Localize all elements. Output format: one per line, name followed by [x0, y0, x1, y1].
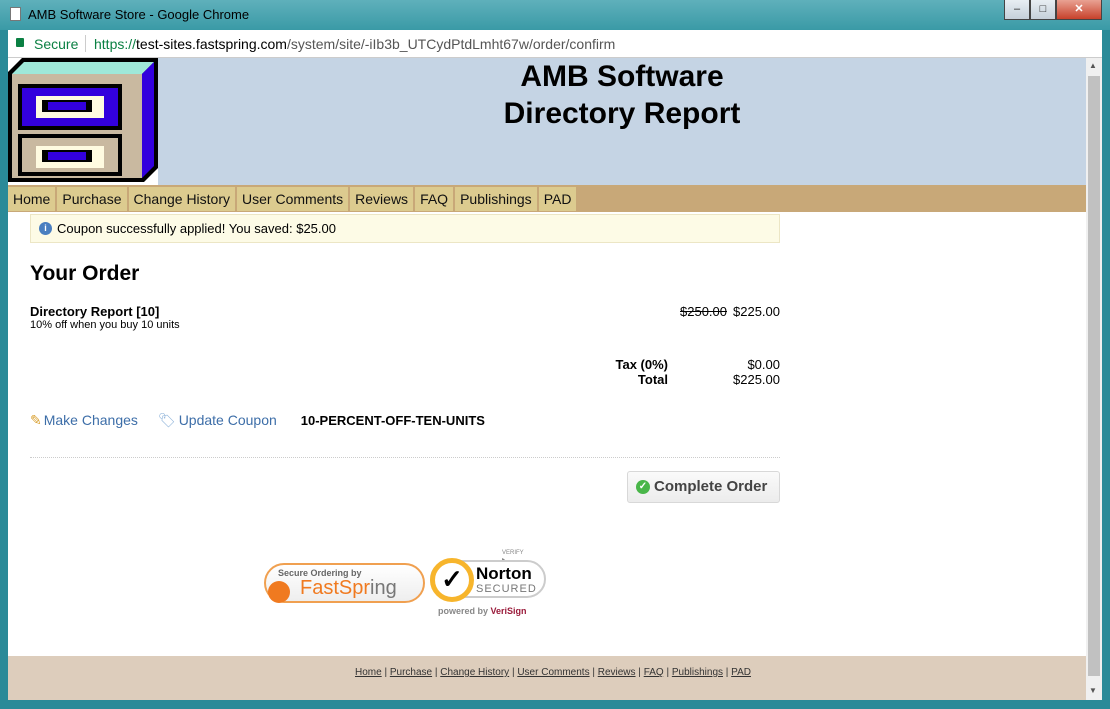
pencil-icon: ✎	[30, 412, 42, 428]
discounted-price: $225.00	[733, 304, 780, 319]
nav-user-comments[interactable]: User Comments	[237, 187, 351, 211]
vertical-scrollbar[interactable]: ▲ ▼	[1086, 58, 1102, 700]
footer-user-comments[interactable]: User Comments	[517, 667, 589, 678]
scroll-down-icon[interactable]: ▼	[1089, 686, 1097, 695]
footer-nav: Home | Purchase | Change History | User …	[8, 656, 1086, 700]
check-icon: ✓	[636, 480, 650, 494]
divider	[30, 457, 780, 458]
complete-order-button[interactable]: ✓ Complete Order	[627, 471, 780, 503]
site-title-line2: Directory Report	[503, 97, 741, 130]
site-title-line1: AMB Software	[520, 60, 724, 93]
site-header: AMB Software Directory Report	[8, 58, 1086, 185]
nav-publishings[interactable]: Publishings	[455, 187, 539, 211]
close-button[interactable]: ✕	[1056, 0, 1102, 20]
total-label: Total	[637, 372, 668, 387]
footer-publishings[interactable]: Publishings	[672, 667, 723, 678]
window-title: AMB Software Store - Google Chrome	[28, 7, 250, 22]
window-titlebar: AMB Software Store - Google Chrome – □ ✕	[0, 0, 1110, 30]
lock-icon	[16, 38, 24, 47]
nav-reviews[interactable]: Reviews	[350, 187, 416, 211]
page-icon	[10, 7, 21, 21]
nav-change-history[interactable]: Change History	[128, 187, 238, 211]
tag-icon: 🏷	[157, 412, 176, 428]
footer-reviews[interactable]: Reviews	[598, 667, 636, 678]
main-nav: Home Purchase Change History User Commen…	[8, 185, 1086, 212]
maximize-button[interactable]: □	[1030, 0, 1056, 20]
order-heading: Your Order	[30, 262, 140, 285]
footer-home[interactable]: Home	[355, 667, 382, 678]
nav-home[interactable]: Home	[8, 187, 58, 211]
info-icon: i	[39, 222, 52, 235]
footer-pad[interactable]: PAD	[731, 667, 751, 678]
original-price: $250.00	[680, 304, 727, 319]
tax-value: $0.00	[747, 357, 780, 372]
item-name: Directory Report [10]	[30, 304, 160, 319]
item-note: 10% off when you buy 10 units	[30, 319, 180, 331]
footer-purchase[interactable]: Purchase	[390, 667, 432, 678]
order-item: Directory Report [10] 10% off when you b…	[30, 304, 180, 331]
footer-change-history[interactable]: Change History	[440, 667, 509, 678]
scroll-up-icon[interactable]: ▲	[1089, 61, 1097, 70]
coupon-code: 10-PERCENT-OFF-TEN-UNITS	[300, 413, 485, 428]
page-viewport: AMB Software Directory Report Home Purch…	[8, 58, 1102, 700]
update-coupon-link[interactable]: 🏷 Update Coupon	[158, 412, 287, 429]
total-value: $225.00	[733, 372, 780, 387]
fastspring-badge[interactable]: Secure Ordering by FastSpring	[264, 563, 425, 603]
notice-text: Coupon successfully applied! You saved: …	[57, 221, 336, 236]
url[interactable]: https://test-sites.fastspring.com/system…	[94, 36, 615, 52]
address-bar[interactable]: Secure https://test-sites.fastspring.com…	[8, 30, 1102, 58]
item-price: $250.00 $225.00	[680, 304, 780, 319]
tax-label: Tax (0%)	[615, 357, 669, 372]
divider	[85, 35, 86, 52]
minimize-button[interactable]: –	[1004, 0, 1030, 20]
footer-faq[interactable]: FAQ	[644, 667, 664, 678]
file-cabinet-logo	[8, 58, 158, 185]
padlock-icon	[268, 581, 290, 603]
nav-faq[interactable]: FAQ	[415, 187, 456, 211]
order-totals: Tax (0%) $0.00 Total $225.00	[568, 357, 781, 387]
secure-label: Secure	[34, 36, 79, 52]
coupon-notice: i Coupon successfully applied! You saved…	[30, 214, 780, 243]
scroll-thumb[interactable]	[1088, 76, 1100, 676]
nav-pad[interactable]: PAD	[538, 187, 579, 211]
nav-purchase[interactable]: Purchase	[57, 187, 129, 211]
checkmark-icon: ✓	[430, 558, 474, 602]
make-changes-link[interactable]: ✎ Make Changes	[30, 412, 148, 429]
